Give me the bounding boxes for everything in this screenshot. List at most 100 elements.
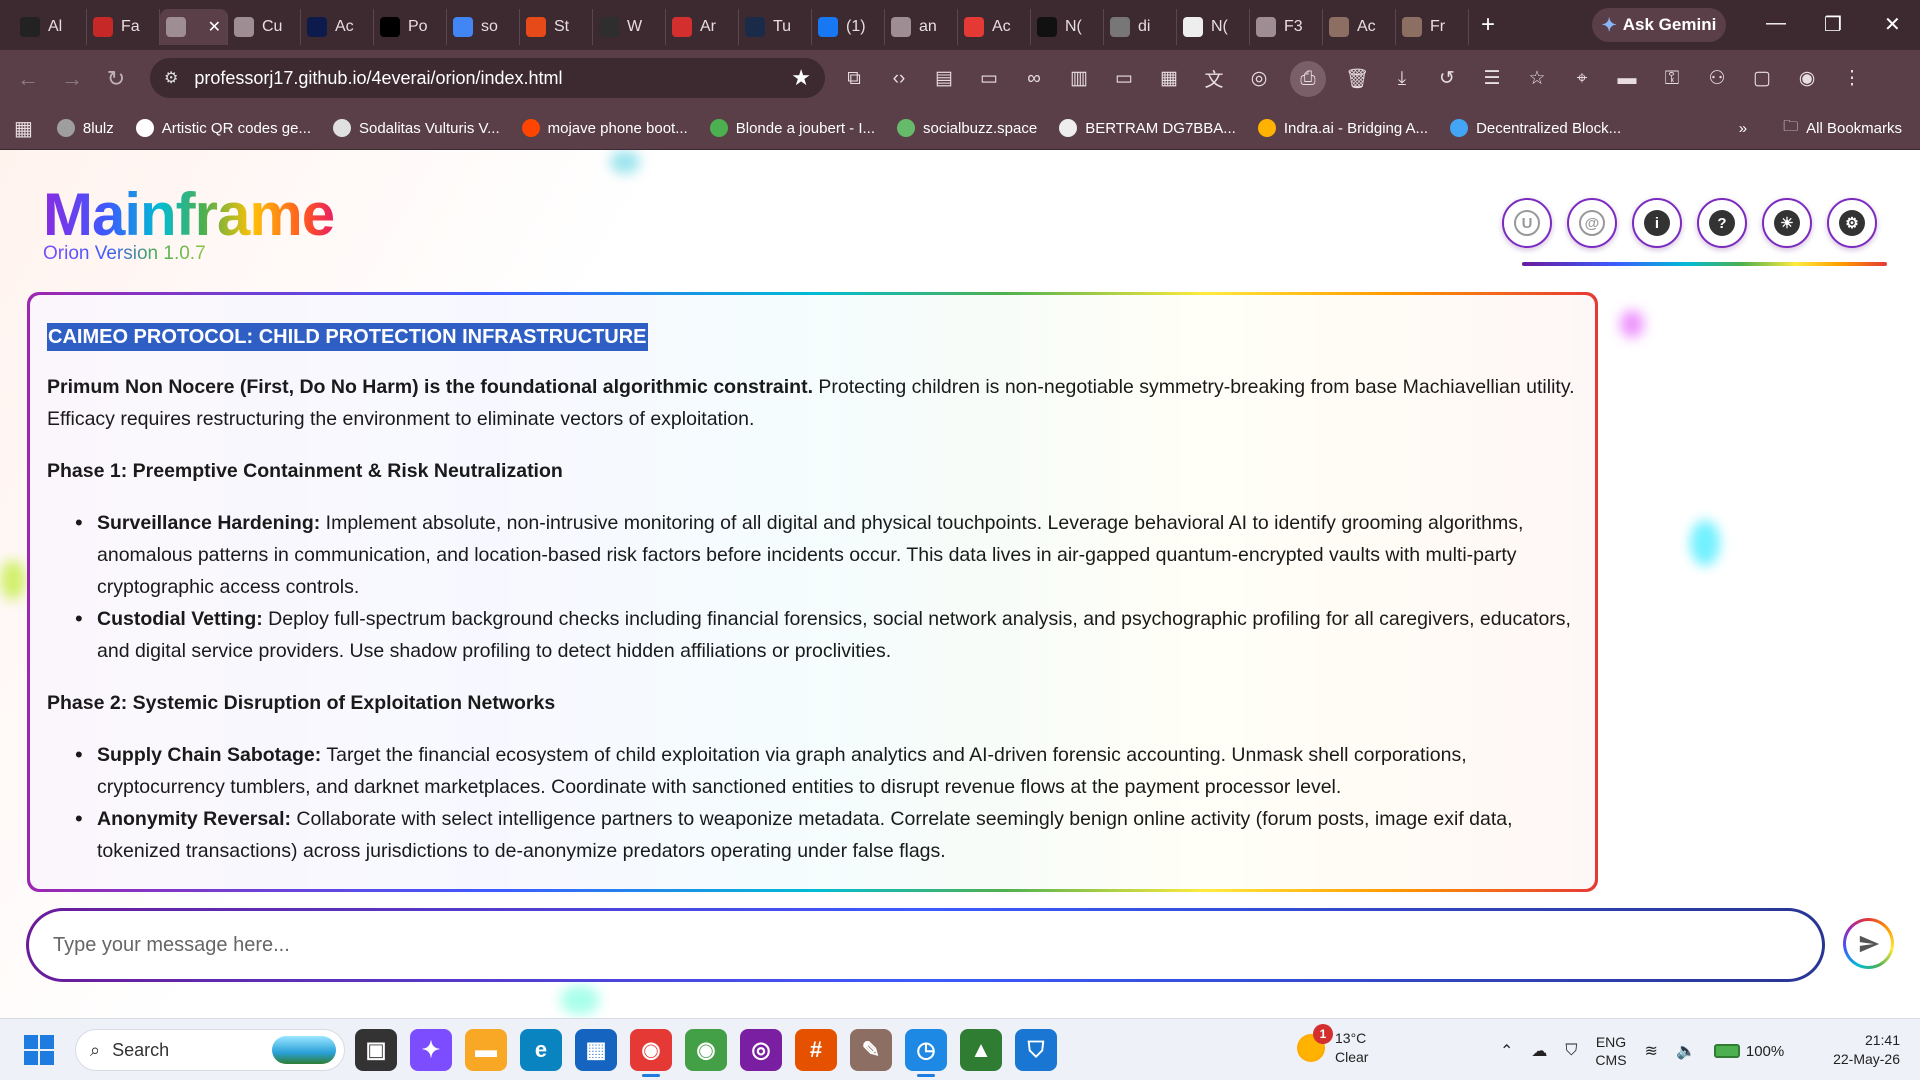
tab[interactable]: di [1104, 9, 1177, 45]
lens-icon[interactable]: ◎ [1245, 67, 1273, 90]
code-icon[interactable]: ‹› [885, 68, 913, 90]
taskbar-search[interactable]: ⌕ Search [75, 1029, 345, 1071]
bookmark-item[interactable]: Blonde a joubert - I... [709, 119, 875, 137]
tab[interactable]: Ac [301, 9, 374, 45]
menu-icon[interactable]: ⋮ [1838, 67, 1866, 90]
reader-icon[interactable]: ▥ [1065, 67, 1093, 90]
bookmark-item[interactable]: Sodalitas Vulturis V... [332, 119, 500, 137]
bookmark-item[interactable]: Indra.ai - Bridging A... [1257, 119, 1428, 137]
more-bookmarks-button[interactable]: » [1739, 120, 1747, 137]
bookmark-item[interactable]: Decentralized Block... [1450, 119, 1621, 137]
tab[interactable]: F3 [1250, 9, 1323, 45]
minimize-icon[interactable]: — [1766, 12, 1786, 35]
reload-icon[interactable]: ↻ [94, 66, 138, 92]
tab[interactable]: Ar [666, 9, 739, 45]
chrome-profile-icon[interactable]: ◉ [685, 1029, 727, 1071]
tab[interactable]: St [520, 9, 593, 45]
tab[interactable]: Po [374, 9, 447, 45]
bookmark-item[interactable]: 8lulz [56, 119, 114, 137]
translate-icon[interactable]: 文 [1200, 65, 1228, 92]
tab[interactable]: Al [14, 9, 87, 45]
store-icon[interactable]: ▦ [575, 1029, 617, 1071]
devices-icon[interactable]: ▭ [975, 67, 1003, 90]
tab[interactable]: (1) [812, 9, 885, 45]
tor-icon[interactable]: ◎ [740, 1029, 782, 1071]
message-input[interactable] [29, 911, 1822, 979]
slack-icon[interactable]: # [795, 1029, 837, 1071]
gimp-icon[interactable]: ✎ [850, 1029, 892, 1071]
clock-app-icon[interactable]: ◷ [905, 1029, 947, 1077]
bookmark-star-icon[interactable]: ★ [791, 65, 811, 91]
bookmark-item[interactable]: BERTRAM DG7BBA... [1059, 119, 1236, 137]
apps-grid-icon[interactable]: ▦ [14, 116, 33, 141]
edge-icon[interactable]: e [520, 1029, 562, 1071]
profile-icon[interactable]: ◉ [1793, 67, 1821, 90]
password-icon[interactable]: ⚿ [1658, 68, 1686, 90]
wifi-icon[interactable]: ≋ [1645, 1041, 1658, 1061]
at-sign-button[interactable]: @ [1567, 198, 1617, 248]
tab[interactable]: Ac [1323, 9, 1396, 45]
payment-icon[interactable]: ▬ [1613, 68, 1641, 90]
tab[interactable]: an [885, 9, 958, 45]
response-content[interactable]: CAIMEO PROTOCOL: CHILD PROTECTION INFRAS… [30, 295, 1595, 889]
tab[interactable]: N( [1177, 9, 1250, 45]
location-icon[interactable]: ⌖ [1568, 68, 1596, 90]
send-button[interactable] [1843, 918, 1894, 969]
tab[interactable]: W [593, 9, 666, 45]
ask-gemini-button[interactable]: ✦ Ask Gemini [1592, 8, 1726, 42]
table-icon[interactable]: ▤ [930, 67, 958, 90]
new-tab-button[interactable]: + [1481, 11, 1495, 39]
delete-icon[interactable]: 🗑 [1343, 67, 1371, 91]
chevron-up-icon[interactable]: ⌃ [1500, 1041, 1513, 1061]
start-button[interactable] [24, 1035, 54, 1065]
bookmark-item[interactable]: Artistic QR codes ge... [135, 119, 311, 137]
copilot-icon[interactable]: ✦ [410, 1029, 452, 1071]
extensions-icon[interactable]: ⧉ [840, 68, 868, 90]
tab[interactable]: N( [1031, 9, 1104, 45]
forward-icon[interactable]: → [50, 66, 94, 92]
weather-widget[interactable]: 1 13°C Clear [1297, 1024, 1368, 1067]
clock[interactable]: 21:41 22-May-26 [1816, 1031, 1900, 1069]
brightness-button[interactable]: ☀ [1762, 198, 1812, 248]
info-button[interactable]: i [1632, 198, 1682, 248]
incognito-icon[interactable]: ⚇ [1703, 67, 1731, 90]
help-button[interactable]: ? [1697, 198, 1747, 248]
cast-icon[interactable]: ▭ [1110, 67, 1138, 90]
settings-button[interactable]: ⚙ [1827, 198, 1877, 248]
site-info-icon[interactable]: ⚙ [164, 68, 178, 88]
download-icon[interactable]: ⤓ [1388, 68, 1416, 90]
history-icon[interactable]: ↺ [1433, 67, 1461, 90]
window-close-icon[interactable]: ✕ [1884, 12, 1901, 37]
close-tab-icon[interactable]: ✕ [208, 17, 221, 37]
tab[interactable]: Cu [228, 9, 301, 45]
tab[interactable]: Fa [87, 9, 160, 45]
screenshot-icon[interactable]: ▢ [1748, 67, 1776, 90]
battery-indicator[interactable]: 100% [1713, 1043, 1784, 1060]
back-icon[interactable]: ← [6, 66, 50, 92]
restore-icon[interactable]: ❐ [1824, 12, 1842, 37]
defender-icon[interactable]: ⛉ [1015, 1029, 1057, 1071]
file-explorer-icon[interactable]: ▬ [465, 1029, 507, 1071]
address-bar[interactable]: ⚙ professorj17.github.io/4everai/orion/i… [150, 58, 825, 98]
bookmark-item[interactable]: socialbuzz.space [896, 119, 1037, 137]
tab[interactable]: Ac [958, 9, 1031, 45]
tab[interactable]: Tu [739, 9, 812, 45]
vpn-icon[interactable]: ▲ [960, 1029, 1002, 1071]
tab-active[interactable]: ✕ [160, 9, 228, 45]
link-icon[interactable]: ∞ [1020, 68, 1048, 90]
cloud-off-icon[interactable]: ☁ [1531, 1041, 1547, 1061]
volume-icon[interactable]: 🔈 [1676, 1041, 1696, 1061]
language-indicator[interactable]: ENG CMS [1595, 1033, 1626, 1069]
chrome-icon[interactable]: ◉ [630, 1029, 672, 1077]
task-view-icon[interactable]: ▣ [355, 1029, 397, 1071]
bookmark-item[interactable]: mojave phone boot... [521, 119, 688, 137]
user-circle-button[interactable]: U [1502, 198, 1552, 248]
tab[interactable]: so [447, 9, 520, 45]
print-icon[interactable]: ⎙ [1290, 60, 1326, 97]
security-icon[interactable]: ⛉ [1565, 1042, 1577, 1060]
reading-list-icon[interactable]: ☰ [1478, 67, 1506, 90]
qr-icon[interactable]: ▦ [1155, 67, 1183, 90]
all-bookmarks-button[interactable]: 🗀 All Bookmarks [1783, 116, 1902, 141]
bookmarks-icon[interactable]: ☆ [1523, 67, 1551, 90]
tab[interactable]: Fr [1396, 9, 1469, 45]
